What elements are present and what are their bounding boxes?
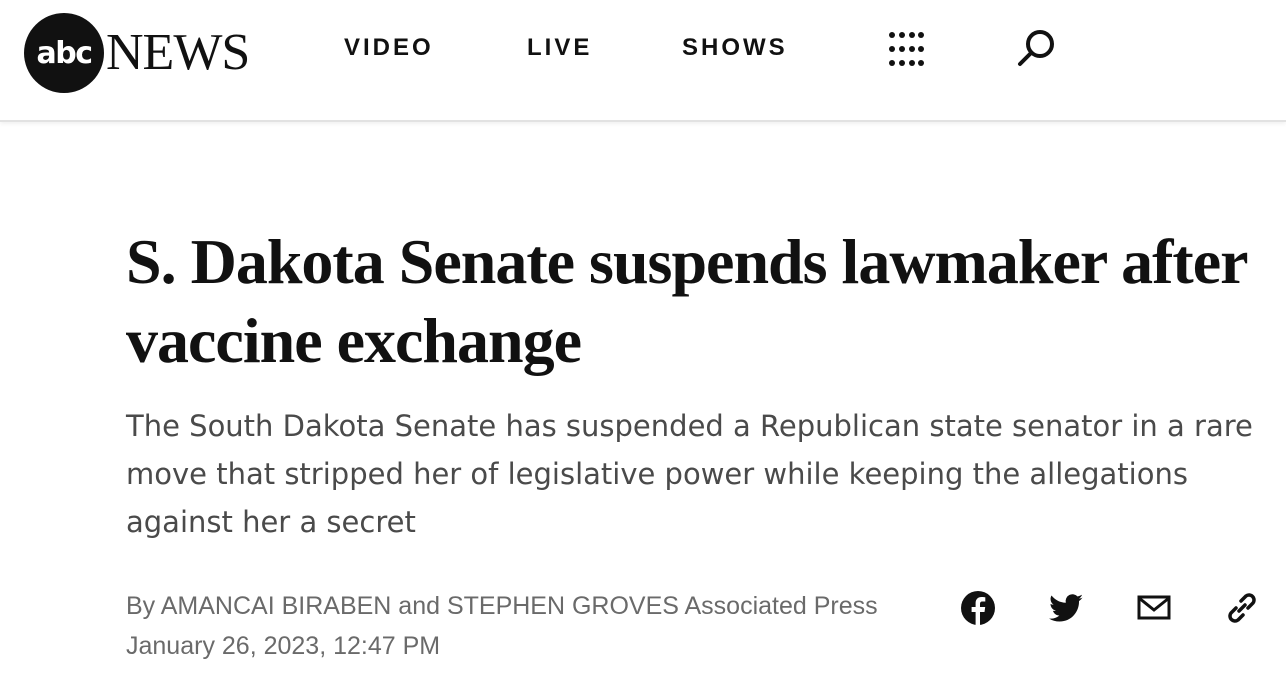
abc-news-logo[interactable]: abc NEWS (24, 12, 250, 94)
article-byline: By AMANCAI BIRABEN and STEPHEN GROVES As… (126, 592, 878, 620)
twitter-icon[interactable] (1048, 590, 1084, 626)
email-icon[interactable] (1136, 590, 1172, 626)
article-date: January 26, 2023, 12:47 PM (126, 632, 441, 660)
logo-circle: abc (24, 13, 104, 93)
nav-live[interactable]: LIVE (527, 34, 592, 62)
facebook-icon[interactable] (960, 590, 996, 626)
logo-wordmark: NEWS (106, 24, 250, 81)
link-icon[interactable] (1224, 590, 1260, 626)
grid-menu-icon[interactable] (888, 31, 924, 67)
article-subhead: The South Dakota Senate has suspended a … (126, 409, 1253, 539)
nav-video[interactable]: VIDEO (344, 34, 434, 62)
nav-shows[interactable]: SHOWS (682, 34, 788, 62)
search-icon[interactable] (1017, 28, 1057, 68)
site-header: abc NEWS VIDEO LIVE SHOWS (0, 0, 1286, 122)
article-headline: S. Dakota Senate suspends lawmaker after… (126, 226, 1247, 376)
